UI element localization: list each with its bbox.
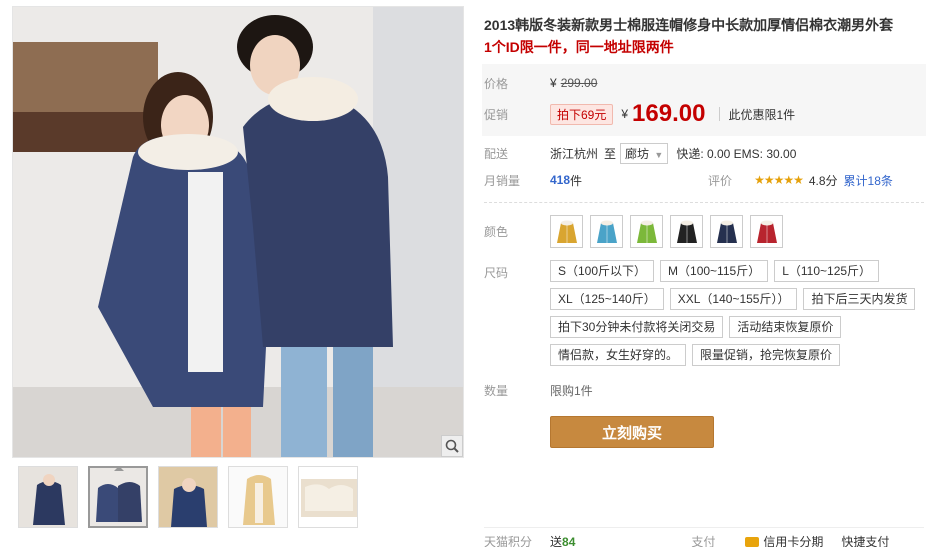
destination-select[interactable]: 廊坊 ▼ [620,142,669,164]
rating-stars-icon: ★★★★★ [754,173,804,187]
magnifier-icon [445,439,459,453]
shipping-to: 至 [604,146,617,161]
size-option[interactable]: XL（125~140斤） [550,288,664,310]
product-subtitle: 1个ID限一件，同一地址限两件 [484,39,674,55]
thumbnail-image [19,467,77,527]
rating-score: 4.8分 [808,173,838,188]
sales-count: 418 [550,173,571,187]
size-label: 尺码 [484,266,509,280]
promo-price-row: 促销 拍下69元 ¥ 169.00 此优惠限1件 [484,96,924,132]
color-swatch-sky-blue[interactable] [590,215,623,248]
jacket-icon [676,220,697,243]
currency-symbol: ¥ [550,76,557,90]
thumbnail-image [299,467,357,527]
color-label: 颜色 [484,225,509,239]
buy-now-button[interactable]: 立刻购买 [550,416,714,448]
product-detail-panel: 2013韩版冬装新款男士棉服连帽修身中长款加厚情侣棉衣潮男外套 1个ID限一件，… [482,14,926,448]
color-swatch-yellow[interactable] [550,215,583,248]
credit-installment[interactable]: 信用卡分期 [763,533,823,547]
thumbnail-1[interactable] [18,466,78,528]
color-swatch-navy[interactable] [710,215,743,248]
credit-card-icon [745,536,760,547]
price-label: 价格 [484,76,509,91]
points-prefix: 送 [550,535,563,547]
points-value: 84 [562,534,576,547]
product-title: 2013韩版冬装新款男士棉服连帽修身中长款加厚情侣棉衣潮男外套 [484,17,894,33]
size-options: S（100斤以下） M（100~115斤） L（110~125斤） XL（125~14… [550,260,922,366]
sales-row: 月销量 418 件 评价 ★★★★★ 4.8分 累计18条 [484,168,924,192]
color-swatch-red[interactable] [750,215,783,248]
quick-pay[interactable]: 快捷支付 [841,533,889,547]
zoom-button[interactable] [441,435,463,457]
buy-button-wrap: 立刻购买 [484,416,924,448]
chevron-down-icon: ▼ [654,149,664,160]
price-box: 价格 ¥ 299.00 促销 拍下69元 ¥ 169.00 此优惠限1件 [482,64,926,136]
size-option[interactable]: XXL（140~155斤）） [669,288,798,310]
jacket-icon [556,220,577,243]
thumbnail-image [159,467,217,527]
shipping-origin: 浙江杭州 [550,146,599,161]
review-count-link[interactable]: 累计18条 [844,172,893,189]
thumbnail-4[interactable] [228,466,288,528]
size-option[interactable]: S（100斤以下） [550,260,655,282]
original-price-row: 价格 ¥ 299.00 [484,70,924,96]
pay-label: 支付 [691,535,716,547]
points-label: 天猫积分 [484,535,533,547]
rating-label: 评价 [708,173,733,188]
quantity-row: 数量 限购1件 [484,378,924,402]
quantity-label: 数量 [484,383,509,398]
jacket-icon [756,220,777,243]
color-swatch-green[interactable] [630,215,663,248]
size-option[interactable]: 情侣款，女生好穿的。 [550,344,687,366]
jacket-icon [596,220,617,243]
color-options [550,215,783,248]
size-option[interactable]: M（100~115斤） [660,260,769,282]
destination-value: 廊坊 [625,146,650,161]
divider [719,107,721,121]
thumbnail-image [90,468,146,526]
divider [484,202,924,203]
jacket-icon [716,220,737,243]
currency-symbol: ¥ [621,107,629,121]
thumbnail-5[interactable] [298,466,358,528]
thumbnail-3[interactable] [158,466,218,528]
promo-price: 169.00 [632,100,706,127]
shipping-fees: 快递: 0.00 EMS: 30.00 [676,146,797,161]
thumbnail-2[interactable] [88,466,148,528]
promo-tag: 拍下69元 [550,103,614,125]
quantity-limit: 限购1件 [550,383,593,398]
sales-label: 月销量 [484,173,521,188]
size-option[interactable]: L（110~125斤） [774,260,880,282]
size-option[interactable]: 拍下30分钟未付款将关闭交易 [550,316,724,338]
promo-note: 此优惠限1件 [728,107,796,122]
original-price: 299.00 [560,76,598,90]
sales-unit: 件 [570,173,583,188]
footer-row: 天猫积分 送 84 支付 信用卡分期 快捷支付 [484,527,924,547]
thumbnail-strip [18,466,358,528]
size-option[interactable]: 拍下后三天内发货 [803,288,916,310]
product-photo [13,7,463,457]
shipping-label: 配送 [484,146,509,161]
color-row: 颜色 [484,215,924,248]
size-row: 尺码 S（100斤以下） M（100~115斤） L（110~125斤） XL（125… [484,260,924,366]
shipping-row: 配送 浙江杭州 至 廊坊 ▼ 快递: 0.00 EMS: 30.00 [484,138,924,168]
size-option[interactable]: 活动结束恢复原价 [729,316,842,338]
promo-label: 促销 [484,107,509,122]
size-option[interactable]: 限量促销，抢完恢复原价 [692,344,841,366]
main-product-image[interactable] [12,6,464,458]
color-swatch-black[interactable] [670,215,703,248]
jacket-icon [636,220,657,243]
thumbnail-image [229,467,287,527]
